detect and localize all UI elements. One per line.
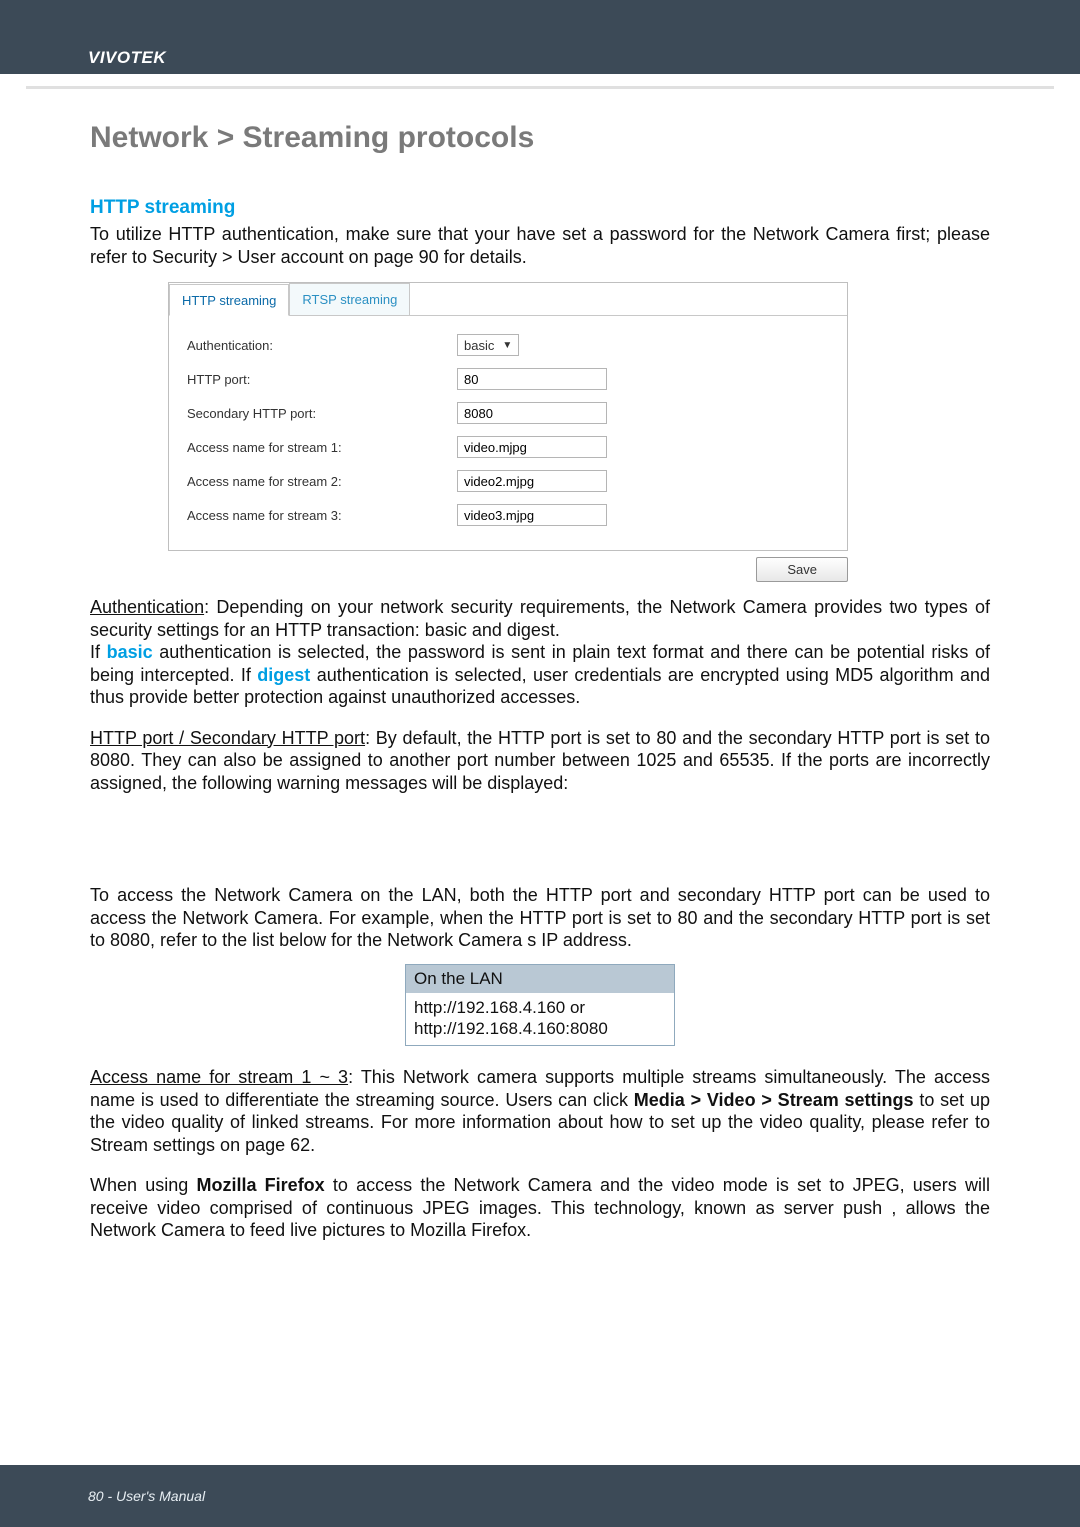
lan-box: On the LAN http://192.168.4.160 or http:… xyxy=(405,964,675,1047)
port-underline: HTTP port / Secondary HTTP port xyxy=(90,728,365,748)
lan-box-body: http://192.168.4.160 or http://192.168.4… xyxy=(406,993,674,1046)
stream3-input[interactable] xyxy=(457,504,607,526)
access-underline: Access name for stream 1 ~ 3 xyxy=(90,1067,348,1087)
stream2-input[interactable] xyxy=(457,470,607,492)
stream3-label: Access name for stream 3: xyxy=(187,508,457,523)
secondary-port-input[interactable] xyxy=(457,402,607,424)
stream2-label: Access name for stream 2: xyxy=(187,474,457,489)
row-http-port: HTTP port: xyxy=(187,368,829,390)
page-header: VIVOTEK xyxy=(0,0,1080,74)
intro-paragraph: To utilize HTTP authentication, make sur… xyxy=(90,223,990,268)
save-button[interactable]: Save xyxy=(756,557,848,582)
tab-rtsp-streaming[interactable]: RTSP streaming xyxy=(289,283,410,315)
authentication-rest: : Depending on your network security req… xyxy=(90,597,990,640)
http-port-input[interactable] xyxy=(457,368,607,390)
lan-line1: http://192.168.4.160 or xyxy=(414,997,666,1018)
tab-http-streaming[interactable]: HTTP streaming xyxy=(169,284,289,316)
secondary-port-label: Secondary HTTP port: xyxy=(187,406,457,421)
chevron-down-icon: ▼ xyxy=(502,340,512,351)
ff-bold: Mozilla Firefox xyxy=(196,1175,324,1195)
page-title: Network > Streaming protocols xyxy=(90,121,990,155)
authentication-underline: Authentication xyxy=(90,597,204,617)
lan-box-header: On the LAN xyxy=(406,965,674,993)
brand-label: VIVOTEK xyxy=(0,48,166,74)
stream1-input[interactable] xyxy=(457,436,607,458)
authentication-value: basic xyxy=(464,338,494,353)
row-authentication: Authentication: basic ▼ xyxy=(187,334,829,356)
lan-paragraph: To access the Network Camera on the LAN,… xyxy=(90,884,990,952)
lan-line2: http://192.168.4.160:8080 xyxy=(414,1018,666,1039)
content-area: Network > Streaming protocols HTTP strea… xyxy=(0,89,1080,1242)
row-secondary-port: Secondary HTTP port: xyxy=(187,402,829,424)
page-root: VIVOTEK Network > Streaming protocols HT… xyxy=(0,0,1080,1527)
row-stream3: Access name for stream 3: xyxy=(187,504,829,526)
digest-word: digest xyxy=(257,665,310,685)
authentication-select[interactable]: basic ▼ xyxy=(457,334,519,356)
access-paragraph: Access name for stream 1 ~ 3: This Netwo… xyxy=(90,1066,990,1156)
save-bar: Save xyxy=(168,557,848,582)
if-word: If xyxy=(90,642,107,662)
page-footer: 80 - User's Manual xyxy=(0,1465,1080,1527)
settings-panel: HTTP streaming RTSP streaming Authentica… xyxy=(168,282,848,551)
access-bold: Media > Video > Stream settings xyxy=(634,1090,914,1110)
tab-panel: Authentication: basic ▼ HTTP port: Secon… xyxy=(169,315,847,550)
ff-1: When using xyxy=(90,1175,196,1195)
page-number: 80 - User's Manual xyxy=(0,1488,205,1504)
firefox-paragraph: When using Mozilla Firefox to access the… xyxy=(90,1174,990,1242)
authentication-paragraph: Authentication: Depending on your networ… xyxy=(90,596,990,709)
row-stream2: Access name for stream 2: xyxy=(187,470,829,492)
stream1-label: Access name for stream 1: xyxy=(187,440,457,455)
http-port-label: HTTP port: xyxy=(187,372,457,387)
row-stream1: Access name for stream 1: xyxy=(187,436,829,458)
warning-placeholder xyxy=(90,794,990,884)
tab-strip: HTTP streaming RTSP streaming xyxy=(169,283,847,315)
port-paragraph: HTTP port / Secondary HTTP port: By defa… xyxy=(90,727,990,795)
http-streaming-heading: HTTP streaming xyxy=(90,197,990,219)
basic-word: basic xyxy=(107,642,153,662)
authentication-label: Authentication: xyxy=(187,338,457,353)
